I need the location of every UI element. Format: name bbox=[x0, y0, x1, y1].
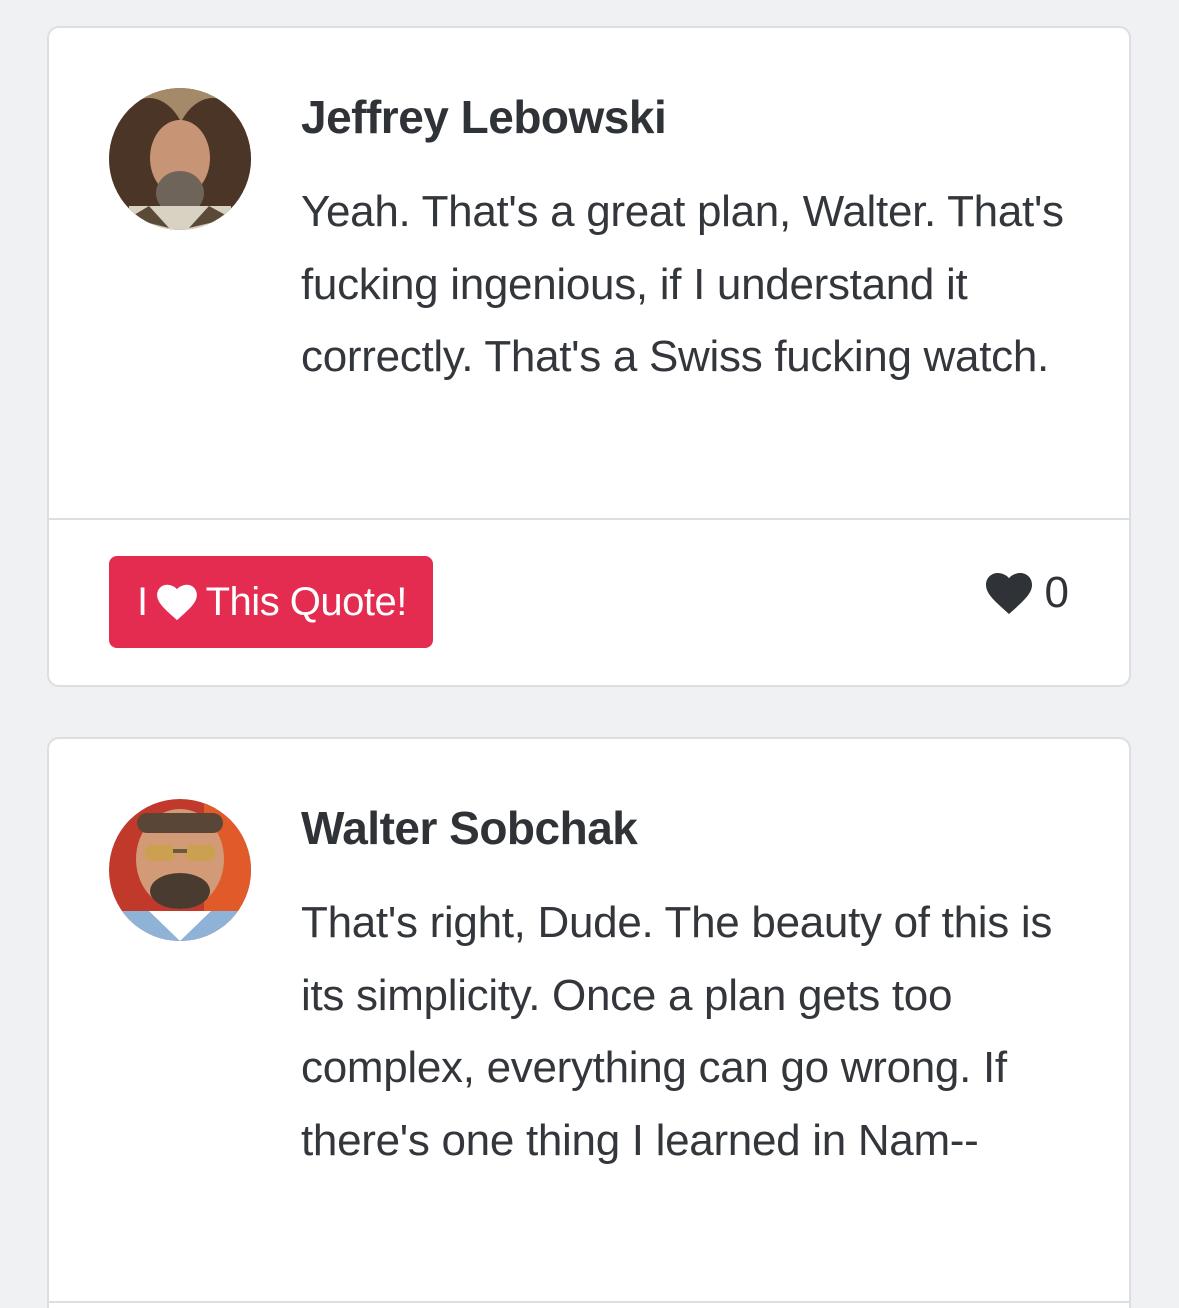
love-quote-button[interactable]: I This Quote! bbox=[109, 556, 433, 648]
author-name: Walter Sobchak bbox=[301, 802, 638, 854]
quote-feed: Jeffrey Lebowski Yeah. That's a great pl… bbox=[0, 0, 1179, 1308]
avatar-image bbox=[109, 799, 251, 941]
quote-card: Walter Sobchak That's right, Dude. The b… bbox=[47, 737, 1131, 1308]
avatar bbox=[109, 88, 251, 230]
love-button-label: This Quote! bbox=[205, 579, 408, 624]
quote-card-body: Walter Sobchak That's right, Dude. The b… bbox=[49, 739, 1129, 1301]
avatar bbox=[109, 799, 251, 941]
quote-text: That's right, Dude. The beauty of this i… bbox=[301, 898, 1053, 1165]
like-count-value: 0 bbox=[1044, 568, 1069, 617]
quote-card-footer bbox=[49, 1301, 1129, 1308]
avatar-image bbox=[109, 88, 251, 230]
heart-icon bbox=[156, 583, 198, 621]
love-button-prefix: I bbox=[137, 579, 148, 624]
like-count: 0 bbox=[985, 568, 1069, 618]
quote-text: Yeah. That's a great plan, Walter. That'… bbox=[301, 187, 1064, 381]
quote-card-footer: I This Quote! 0 bbox=[49, 518, 1129, 685]
heart-icon bbox=[985, 571, 1033, 615]
quote-card-body: Jeffrey Lebowski Yeah. That's a great pl… bbox=[49, 28, 1129, 518]
author-name: Jeffrey Lebowski bbox=[301, 91, 667, 143]
quote-card: Jeffrey Lebowski Yeah. That's a great pl… bbox=[47, 26, 1131, 687]
